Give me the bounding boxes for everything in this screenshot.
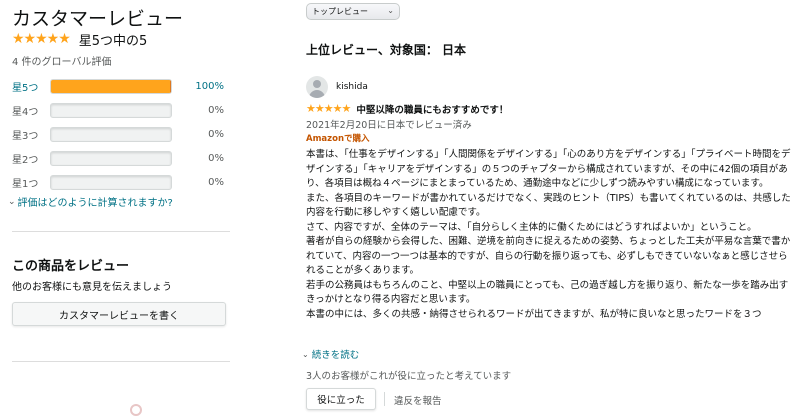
- review-paragraph: 若手の公務員はもちろんのこと、中堅以上の職員にとっても、己の過ぎ越し方を振り返り…: [306, 279, 789, 306]
- review-star-rating-icon: ★★★★★: [306, 102, 351, 115]
- thumbnail-ring-shape: [130, 404, 142, 416]
- histogram-label: 星1つ: [12, 178, 39, 190]
- review-summary-panel: カスタマーレビュー ★★★★★ 星5つ中の5 4 件のグローバル評価 星5つ 1…: [0, 0, 232, 416]
- global-ratings-count: 4 件のグローバル評価: [12, 57, 112, 68]
- write-review-button[interactable]: カスタマーレビューを書く: [12, 302, 226, 326]
- write-review-heading: この商品をレビュー: [12, 259, 130, 274]
- histogram-bar: [50, 150, 172, 166]
- histogram-row-3: 星3つ 0%: [12, 126, 232, 142]
- histogram-bar[interactable]: [50, 78, 172, 94]
- histogram-percent: 0%: [208, 152, 224, 164]
- reviewer-profile[interactable]: kishida: [306, 76, 368, 98]
- review-date: 2021年2月20日に日本でレビュー済み: [306, 120, 472, 131]
- histogram-bar: [50, 126, 172, 142]
- review-body: 本書は、「仕事をデザインする」「人間関係をデザインする」「心のあり方をデザインす…: [306, 148, 792, 347]
- star-rating-icon: ★★★★★: [12, 31, 71, 47]
- reviewer-name[interactable]: kishida: [336, 82, 368, 92]
- reviews-list-panel: トップレビュー ⌄ 上位レビュー、対象国： 日本 kishida ★★★★★ 中…: [296, 0, 800, 416]
- avatar-icon: [306, 76, 328, 98]
- review-paragraph: 本書の中には、多くの共感・納得させられるワードが出てきますが、私が特に良いなと思…: [306, 308, 762, 320]
- divider: [12, 231, 230, 232]
- histogram-row-4: 星4つ 0%: [12, 102, 232, 118]
- review-header: ★★★★★ 中堅以降の職員にもおすすめです！: [306, 101, 508, 117]
- read-more-link[interactable]: ⌄ 続きを読む: [302, 347, 360, 362]
- histogram-percent: 0%: [208, 128, 224, 140]
- chevron-down-icon: ⌄: [302, 349, 309, 359]
- histogram-row-5[interactable]: 星5つ 100%: [12, 78, 232, 94]
- read-more-label: 続きを読む: [311, 350, 360, 361]
- review-paragraph: さて、内容ですが、全体のテーマは、「自分らしく主体的に働くためにはどうすればよい…: [306, 221, 757, 233]
- helpful-button[interactable]: 役に立った: [306, 388, 376, 410]
- histogram-bar: [50, 174, 172, 190]
- review-paragraph: 本書は、「仕事をデザインする」「人間関係をデザインする」「心のあり方をデザインす…: [306, 149, 791, 189]
- histogram-label: 星4つ: [12, 106, 39, 118]
- chevron-down-icon: ⌄: [8, 196, 16, 207]
- chevron-down-icon: ⌄: [387, 6, 394, 15]
- review-paragraph: また、各項目のキーワードが書かれているだけでなく、実践のヒント（TIPS）も書い…: [306, 192, 791, 219]
- histogram-percent[interactable]: 100%: [172, 81, 224, 92]
- divider: [12, 361, 230, 362]
- histogram-label[interactable]: 星5つ: [12, 79, 50, 94]
- report-abuse-link[interactable]: 違反を報告: [394, 393, 442, 407]
- sort-selected-label: トップレビュー: [312, 7, 368, 16]
- histogram-label: 星3つ: [12, 130, 39, 142]
- histogram-percent: 0%: [208, 104, 224, 116]
- top-reviews-heading: 上位レビュー、対象国： 日本: [306, 43, 467, 57]
- histogram-row-1: 星1つ 0%: [12, 174, 232, 190]
- verified-purchase-badge: Amazonで購入: [306, 134, 370, 144]
- helpful-count-text: 3人のお客様がこれが役に立ったと考えています: [306, 371, 512, 382]
- histogram-percent: 0%: [208, 176, 224, 188]
- histogram-label: 星2つ: [12, 154, 39, 166]
- partial-thumbnail-image: [78, 396, 168, 416]
- how-ratings-calculated-label: 評価はどのように計算されますか?: [17, 198, 173, 209]
- avatar-body-shape: [309, 90, 325, 98]
- rating-text: 星5つ中の5: [78, 33, 148, 49]
- review-body-fade: [306, 330, 792, 348]
- how-ratings-calculated-link[interactable]: ⌄ 評価はどのように計算されますか?: [8, 194, 173, 210]
- histogram-bar: [50, 102, 172, 118]
- avatar-head-shape: [313, 80, 321, 88]
- write-review-subtext: 他のお客様にも意見を伝えましょう: [12, 282, 172, 293]
- overall-rating[interactable]: ★★★★★ 星5つ中の5: [12, 30, 148, 49]
- sort-dropdown[interactable]: トップレビュー ⌄: [306, 3, 400, 20]
- review-paragraph: 著者が自らの経験から会得した、困難、逆境を前向きに捉えるための姿勢、ちょっとした…: [306, 236, 791, 276]
- divider: [384, 392, 385, 406]
- histogram-fill: [51, 79, 171, 93]
- customer-reviews-title: カスタマーレビュー: [12, 8, 184, 30]
- histogram-row-2: 星2つ 0%: [12, 150, 232, 166]
- review-title[interactable]: 中堅以降の職員にもおすすめです！: [356, 102, 508, 116]
